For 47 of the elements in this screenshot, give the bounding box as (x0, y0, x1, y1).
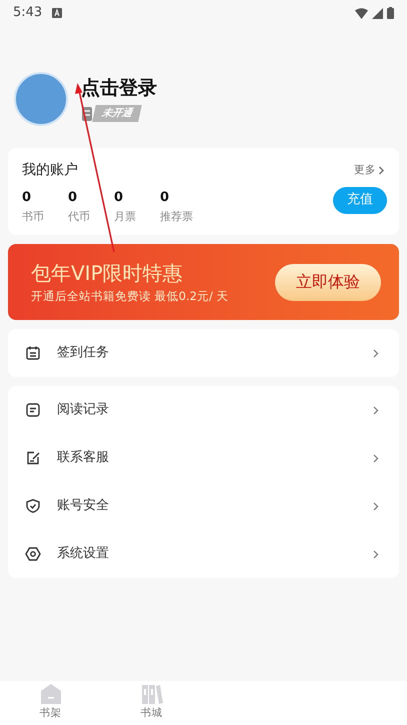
menu-label: 系统设置 (57, 545, 110, 564)
stat-value: 0 (114, 189, 124, 207)
nav-tab[interactable]: 书架 (0, 681, 101, 725)
stat-value: 0 (22, 189, 32, 207)
vip-subtitle: 开通后全站书籍免费读 最低0.2元/ 天 (31, 288, 228, 304)
chevron-right-icon (373, 406, 379, 414)
nav-tab[interactable]: 书城 (101, 681, 202, 725)
chevron-right-icon (373, 454, 379, 462)
status-time: 5:43 (13, 4, 42, 22)
menu-row[interactable]: 联系客服 (8, 434, 399, 482)
menu-row[interactable]: 签到任务 (8, 329, 399, 377)
edit-icon (25, 450, 41, 466)
notification-icon (52, 8, 62, 18)
chevron-right-icon (373, 502, 379, 510)
menu-label: 账号安全 (57, 497, 110, 516)
chevron-right-icon (378, 166, 385, 175)
menu-row[interactable]: 系统设置 (8, 530, 399, 578)
chevron-right-icon (373, 550, 379, 558)
stat-value: 0 (160, 189, 170, 207)
stat-label: 推荐票 (160, 209, 193, 225)
menu-row[interactable]: 阅读记录 (8, 386, 399, 434)
shield-icon (25, 498, 41, 514)
document-icon (25, 402, 41, 418)
avatar[interactable] (14, 72, 68, 126)
vip-title: 包年VIP限时特惠 (31, 260, 184, 286)
menu-row[interactable]: 账号安全 (8, 482, 399, 530)
vip-status-badge: 未开通 (92, 105, 142, 122)
stat-value: 0 (68, 189, 78, 207)
calendar-icon (25, 345, 41, 361)
stat-label: 书币 (22, 209, 45, 225)
chevron-right-icon (373, 348, 379, 358)
vip-banner[interactable]: 包年VIP限时特惠 开通后全站书籍免费读 最低0.2元/ 天 立即体验 (8, 244, 399, 320)
books-icon (140, 684, 162, 704)
stat-label: 月票 (114, 209, 137, 225)
more-link[interactable]: 更多 (354, 162, 385, 178)
menu-label: 阅读记录 (57, 401, 110, 420)
signal-icon (372, 8, 383, 18)
house-icon (40, 684, 62, 704)
menu-label: 联系客服 (57, 449, 110, 468)
settings-icon (25, 546, 41, 562)
account-title: 我的账户 (22, 161, 78, 180)
menu-label: 签到任务 (57, 344, 110, 362)
login-label[interactable]: 点击登录 (81, 76, 157, 100)
stat-label: 代币 (68, 209, 91, 225)
wifi-icon (355, 8, 368, 18)
try-now-button[interactable]: 立即体验 (275, 264, 381, 300)
battery-icon (387, 7, 394, 19)
